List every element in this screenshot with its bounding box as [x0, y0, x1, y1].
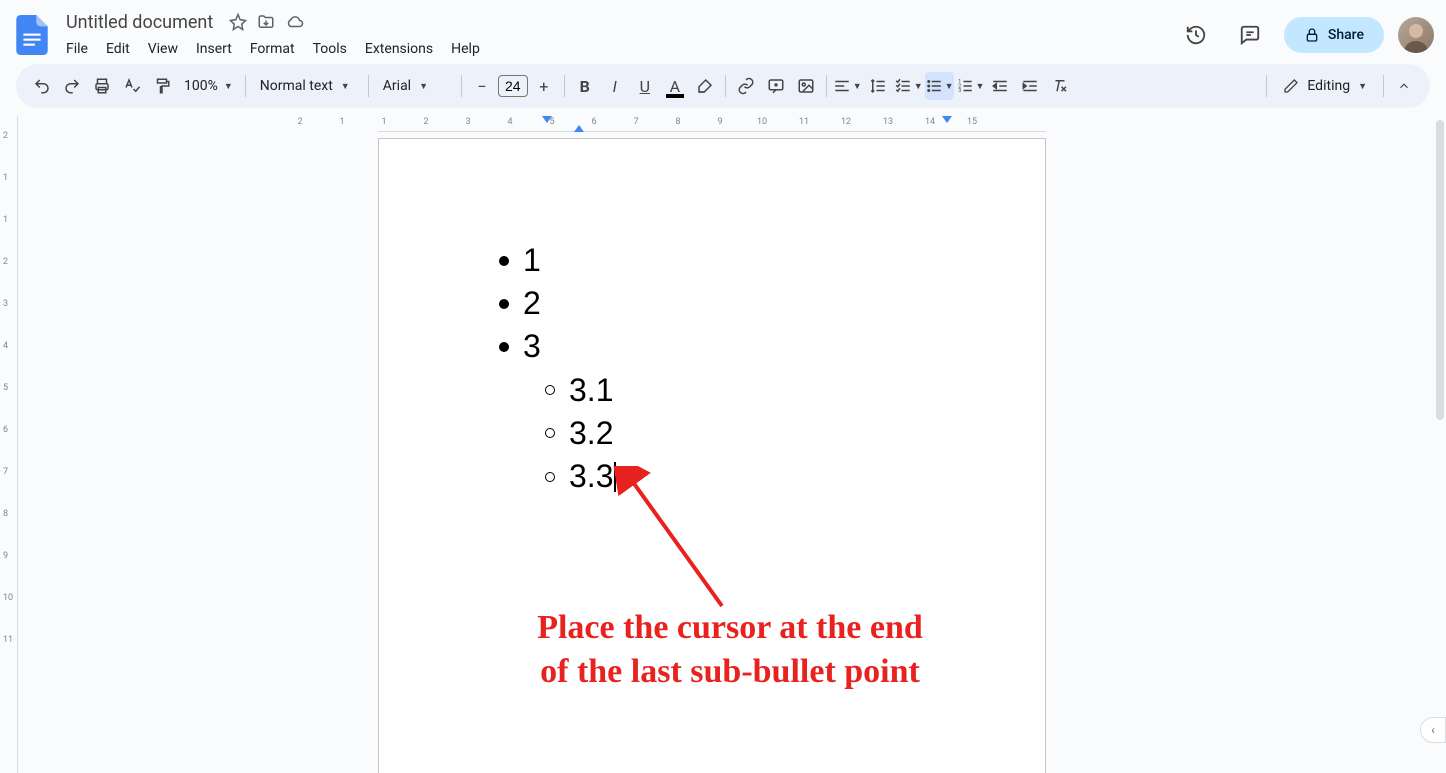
chevron-down-icon: ▼	[1358, 81, 1367, 92]
increase-indent-button[interactable]	[1016, 72, 1044, 100]
bullet-disc-icon	[499, 256, 509, 266]
list-item: 3.1	[545, 369, 616, 412]
vertical-ruler[interactable]: 211234567891011	[0, 116, 18, 773]
chevron-down-icon: ▼	[914, 81, 923, 92]
menu-edit[interactable]: Edit	[98, 37, 138, 61]
svg-text:3: 3	[958, 88, 961, 94]
bullet-disc-icon	[499, 299, 509, 309]
underline-button[interactable]: U	[631, 72, 659, 100]
print-button[interactable]	[88, 72, 116, 100]
avatar[interactable]	[1398, 17, 1434, 53]
share-label: Share	[1328, 27, 1364, 43]
share-button[interactable]: Share	[1284, 17, 1384, 53]
annotation-arrow	[612, 466, 742, 616]
cloud-status-icon[interactable]	[285, 13, 305, 31]
workspace: 21123456789101112131415 211234567891011 …	[0, 116, 1446, 773]
menu-file[interactable]: File	[58, 37, 96, 61]
list-item: 3.2	[545, 412, 616, 455]
bullet-circle-icon	[545, 428, 555, 438]
line-spacing-button[interactable]	[864, 72, 892, 100]
star-icon[interactable]	[229, 13, 247, 31]
zoom-select[interactable]: 100%▼	[178, 78, 239, 94]
increase-font-size-button[interactable]: +	[530, 72, 558, 100]
list-item: 3.3	[545, 455, 616, 498]
spellcheck-button[interactable]	[118, 72, 146, 100]
vertical-scrollbar[interactable]	[1436, 120, 1444, 420]
document-title[interactable]: Untitled document	[60, 10, 219, 35]
toolbar: 100%▼ Normal text▼ Arial▼ − + B I U A ▼ …	[16, 64, 1430, 108]
italic-button[interactable]: I	[601, 72, 629, 100]
align-button[interactable]: ▼	[833, 72, 862, 100]
numbered-list-button[interactable]: 123▼	[956, 72, 985, 100]
menu-view[interactable]: View	[140, 37, 186, 61]
document-content[interactable]: 1 2 3 3.1 3.2 3.3	[499, 239, 616, 498]
menu-insert[interactable]: Insert	[188, 37, 240, 61]
clear-formatting-button[interactable]	[1046, 72, 1074, 100]
bullet-circle-icon	[545, 385, 555, 395]
move-to-folder-icon[interactable]	[257, 13, 275, 31]
chevron-down-icon: ▼	[341, 81, 350, 92]
checklist-button[interactable]: ▼	[894, 72, 923, 100]
font-family-select[interactable]: Arial▼	[375, 78, 455, 94]
menu-help[interactable]: Help	[443, 37, 488, 61]
chevron-down-icon: ▼	[976, 81, 985, 92]
show-side-panel-button[interactable]: ‹	[1420, 717, 1446, 743]
app-header: Untitled document File Edit View Insert …	[0, 0, 1446, 64]
menu-tools[interactable]: Tools	[305, 37, 355, 61]
chevron-down-icon: ▼	[419, 81, 428, 92]
lock-icon	[1304, 27, 1320, 43]
undo-button[interactable]	[28, 72, 56, 100]
title-area: Untitled document File Edit View Insert …	[56, 10, 1176, 61]
annotation-text: Place the cursor at the end of the last …	[450, 606, 1010, 694]
redo-button[interactable]	[58, 72, 86, 100]
text-color-button[interactable]: A	[661, 72, 689, 100]
horizontal-ruler[interactable]: 21123456789101112131415	[378, 116, 1046, 132]
bullet-circle-icon	[545, 472, 555, 482]
font-size-control: − +	[468, 72, 558, 100]
chevron-down-icon: ▼	[224, 81, 233, 92]
decrease-font-size-button[interactable]: −	[468, 72, 496, 100]
menu-extensions[interactable]: Extensions	[357, 37, 441, 61]
add-comment-button[interactable]	[762, 72, 790, 100]
mode-select[interactable]: Editing ▼	[1273, 78, 1377, 94]
font-size-input[interactable]	[498, 75, 528, 97]
bullet-disc-icon	[499, 342, 509, 352]
menu-bar: File Edit View Insert Format Tools Exten…	[56, 37, 1176, 61]
pencil-icon	[1283, 78, 1299, 94]
highlight-color-button[interactable]	[691, 72, 719, 100]
insert-link-button[interactable]	[732, 72, 760, 100]
list-item: 1	[499, 239, 616, 282]
bold-button[interactable]: B	[571, 72, 599, 100]
history-icon[interactable]	[1176, 15, 1216, 55]
decrease-indent-button[interactable]	[986, 72, 1014, 100]
docs-logo[interactable]	[12, 15, 52, 55]
menu-format[interactable]: Format	[242, 37, 303, 61]
paint-format-button[interactable]	[148, 72, 176, 100]
comments-icon[interactable]	[1230, 15, 1270, 55]
list-item: 2	[499, 282, 616, 325]
list-item: 3	[499, 325, 616, 368]
bulleted-list-button[interactable]: ▼	[925, 72, 954, 100]
collapse-toolbar-button[interactable]	[1390, 72, 1418, 100]
chevron-down-icon: ▼	[945, 81, 954, 92]
insert-image-button[interactable]	[792, 72, 820, 100]
chevron-down-icon: ▼	[853, 81, 862, 92]
paragraph-style-select[interactable]: Normal text▼	[252, 78, 362, 94]
